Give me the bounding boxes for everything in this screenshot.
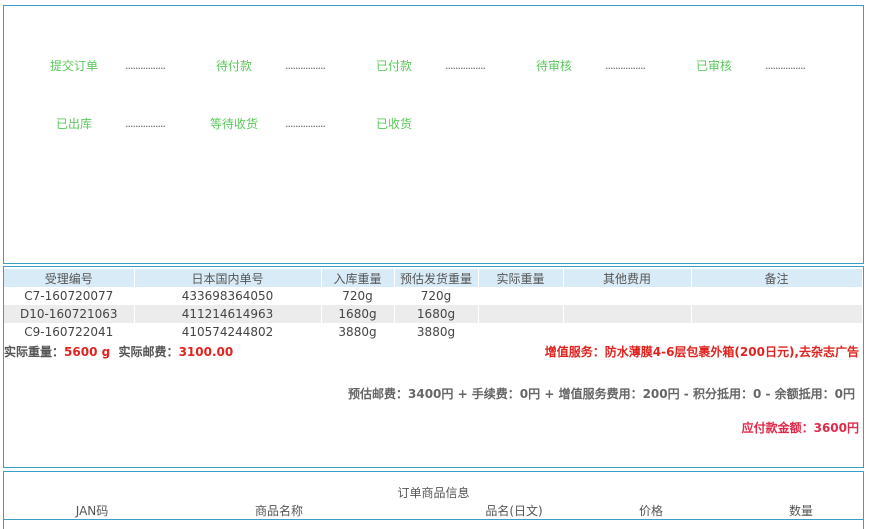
actual-weight-value: 5600 g xyxy=(64,345,111,359)
step-awaiting-payment: 待付款 xyxy=(215,59,252,73)
cell-inbound-weight: 720g xyxy=(321,287,395,305)
product-info-panel: 订单商品信息 JAN码 商品名称 品名(日文) 价格 数量 xyxy=(3,471,864,529)
cell-estimated-weight: 720g xyxy=(394,287,479,305)
step-shipped-out: 已出库 xyxy=(55,117,92,131)
cell-other-fees xyxy=(563,323,692,341)
cell-inbound-weight: 3880g xyxy=(321,323,395,341)
col-header-product-name: 商品名称 xyxy=(254,504,303,518)
col-header-remarks: 备注 xyxy=(691,269,863,287)
col-header-jan-code: JAN码 xyxy=(75,504,109,518)
cell-japan-tracking-no: 411214614963 xyxy=(134,305,322,323)
actual-postage-value: 3100.00 xyxy=(178,345,234,359)
step-separator: ................ xyxy=(445,59,486,72)
cell-estimated-weight: 3880g xyxy=(394,323,479,341)
cell-remarks xyxy=(691,287,863,305)
product-table-header: JAN码 商品名称 品名(日文) 价格 数量 xyxy=(4,502,863,520)
tracking-panel: 受理编号 日本国内单号 入库重量 预估发货重量 实际重量 其他费用 备注 C7-… xyxy=(3,266,864,468)
col-header-japanese-name: 品名(日文) xyxy=(485,504,543,518)
col-header-quantity: 数量 xyxy=(788,504,813,518)
table-row: C9-160722041 410574244802 3880g 3880g xyxy=(4,323,863,341)
estimated-postage-breakdown: 预估邮费：3400円 + 手续费：0円 + 增值服务费用：200円 - 积分抵用… xyxy=(348,387,855,401)
cell-remarks xyxy=(691,305,863,323)
col-header-estimated-weight: 预估发货重量 xyxy=(394,269,479,287)
step-separator: ................ xyxy=(125,59,166,72)
table-row: D10-160721063 411214614963 1680g 1680g xyxy=(4,305,863,323)
product-info-title: 订单商品信息 xyxy=(397,486,470,500)
step-received: 已收货 xyxy=(375,117,412,131)
col-header-actual-weight: 实际重量 xyxy=(478,269,564,287)
cell-acceptance-no: D10-160721063 xyxy=(4,305,135,323)
value-added-service: 增值服务：防水薄膜4-6层包裹外箱(200日元),去杂志广告 xyxy=(544,345,859,359)
step-awaiting-receipt: 等待收货 xyxy=(209,117,258,131)
col-header-acceptance-no: 受理编号 xyxy=(4,269,135,287)
col-header-other-fees: 其他费用 xyxy=(563,269,692,287)
status-row-2: 已出库 ................ 等待收货 ..............… xyxy=(4,115,863,133)
status-row-1: 提交订单 ................ 待付款 ..............… xyxy=(4,57,863,75)
col-header-japan-tracking-no: 日本国内单号 xyxy=(134,269,322,287)
actual-weight-postage: 实际重量：5600 g 实际邮费：3100.00 xyxy=(4,343,233,360)
order-status-panel: 提交订单 ................ 待付款 ..............… xyxy=(3,5,864,264)
step-paid: 已付款 xyxy=(375,59,412,73)
cell-acceptance-no: C9-160722041 xyxy=(4,323,135,341)
step-submit-order: 提交订单 xyxy=(49,59,98,73)
cell-remarks xyxy=(691,323,863,341)
actual-postage-label: 实际邮费： xyxy=(118,345,179,359)
step-separator: ................ xyxy=(605,59,646,72)
col-header-price: 价格 xyxy=(638,504,663,518)
step-pending-review: 待审核 xyxy=(535,59,572,73)
cell-japan-tracking-no: 410574244802 xyxy=(134,323,322,341)
cell-actual-weight xyxy=(478,287,564,305)
cell-actual-weight xyxy=(478,323,564,341)
step-separator: ................ xyxy=(125,117,166,130)
step-reviewed: 已审核 xyxy=(695,59,732,73)
tracking-table-header: 受理编号 日本国内单号 入库重量 预估发货重量 实际重量 其他费用 备注 xyxy=(4,269,863,287)
amount-due: 应付款金额：3600円 xyxy=(741,421,859,435)
actual-weight-label: 实际重量： xyxy=(4,345,65,359)
cell-estimated-weight: 1680g xyxy=(394,305,479,323)
cell-acceptance-no: C7-160720077 xyxy=(4,287,135,305)
step-separator: ................ xyxy=(765,59,806,72)
cell-inbound-weight: 1680g xyxy=(321,305,395,323)
step-separator: ................ xyxy=(285,117,326,130)
cell-japan-tracking-no: 433698364050 xyxy=(134,287,322,305)
step-separator: ................ xyxy=(285,59,326,72)
cell-actual-weight xyxy=(478,305,564,323)
table-row: C7-160720077 433698364050 720g 720g xyxy=(4,287,863,305)
cell-other-fees xyxy=(563,287,692,305)
cell-other-fees xyxy=(563,305,692,323)
tracking-table: 受理编号 日本国内单号 入库重量 预估发货重量 实际重量 其他费用 备注 C7-… xyxy=(4,269,863,341)
col-header-inbound-weight: 入库重量 xyxy=(321,269,395,287)
